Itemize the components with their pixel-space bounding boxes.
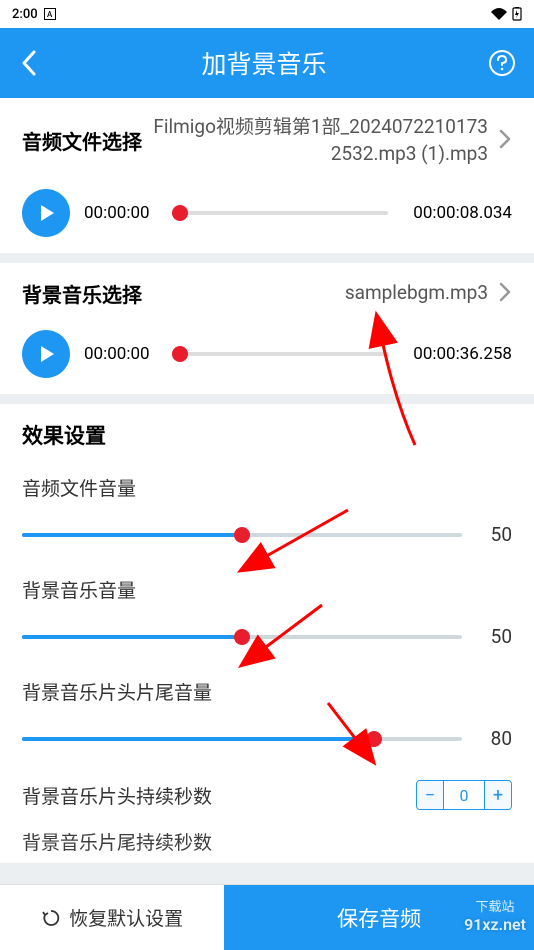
audio-current-time: 00:00:00 — [84, 203, 166, 223]
save-label: 保存音频 — [337, 903, 421, 933]
bgm-file-name: samplebgm.mp3 — [152, 280, 488, 307]
help-button[interactable] — [488, 49, 516, 77]
slider-track[interactable] — [22, 635, 462, 639]
audio-file-label: 音频文件选择 — [22, 126, 142, 155]
slider-bgm-volume: 背景音乐音量 50 — [22, 576, 512, 648]
slider-thumb[interactable] — [366, 731, 382, 747]
audio-file-name: Filmigo视频剪辑第1部_20240722101732532.mp3 (1)… — [152, 114, 488, 167]
stepper-minus-button[interactable]: − — [417, 781, 443, 809]
status-app-icon: A — [44, 8, 56, 20]
bgm-duration: 00:00:36.258 — [402, 344, 512, 364]
slider-bgm-headtail-volume: 背景音乐片头片尾音量 80 — [22, 678, 512, 750]
bgm-file-card: 背景音乐选择 samplebgm.mp3 00:00:00 00:00:36.2… — [0, 263, 534, 394]
bgm-file-selector[interactable]: 背景音乐选择 samplebgm.mp3 — [22, 279, 512, 308]
stepper-value: 0 — [443, 781, 485, 809]
slider-value: 80 — [482, 727, 512, 750]
audio-seek-bar[interactable] — [180, 211, 388, 215]
restore-icon — [41, 908, 61, 928]
stepper-control[interactable]: − 0 + — [416, 780, 512, 810]
status-right-icons — [490, 7, 522, 21]
stepper-label: 背景音乐片尾持续秒数 — [22, 828, 212, 855]
slider-label: 音频文件音量 — [22, 474, 512, 501]
titlebar: 加背景音乐 — [0, 28, 534, 98]
effects-title: 效果设置 — [22, 420, 512, 450]
audio-file-selector[interactable]: 音频文件选择 Filmigo视频剪辑第1部_20240722101732532.… — [22, 114, 512, 167]
stepper-head-seconds: 背景音乐片头持续秒数 − 0 + — [22, 780, 512, 810]
slider-track[interactable] — [22, 533, 462, 537]
bgm-file-label: 背景音乐选择 — [22, 279, 142, 308]
stepper-plus-button[interactable]: + — [485, 781, 511, 809]
audio-file-card: 音频文件选择 Filmigo视频剪辑第1部_20240722101732532.… — [0, 98, 534, 253]
audio-play-button[interactable] — [22, 189, 70, 237]
restore-label: 恢复默认设置 — [69, 904, 183, 931]
save-audio-button[interactable]: 保存音频 — [224, 885, 534, 950]
bgm-seek-thumb[interactable] — [172, 346, 188, 362]
chevron-right-icon — [498, 128, 512, 154]
chevron-right-icon — [498, 281, 512, 307]
slider-value: 50 — [482, 625, 512, 648]
audio-duration: 00:00:08.034 — [402, 203, 512, 223]
slider-thumb[interactable] — [234, 527, 250, 543]
page-title: 加背景音乐 — [40, 45, 488, 81]
stepper-tail-seconds: 背景音乐片尾持续秒数 — [22, 828, 512, 855]
slider-label: 背景音乐片头片尾音量 — [22, 678, 512, 705]
effects-card: 效果设置 音频文件音量 50 背景音乐音量 50 背景音乐片 — [0, 404, 534, 863]
bottom-bar: 恢复默认设置 保存音频 — [0, 884, 534, 950]
restore-defaults-button[interactable]: 恢复默认设置 — [0, 885, 224, 950]
bgm-current-time: 00:00:00 — [84, 344, 166, 364]
slider-track[interactable] — [22, 737, 462, 741]
bgm-seek-bar[interactable] — [180, 352, 388, 356]
slider-label: 背景音乐音量 — [22, 576, 512, 603]
bgm-play-button[interactable] — [22, 330, 70, 378]
audio-seek-thumb[interactable] — [172, 205, 188, 221]
status-bar: 2:00 A — [0, 0, 534, 28]
stepper-label: 背景音乐片头持续秒数 — [22, 782, 212, 809]
status-time: 2:00 — [12, 7, 38, 22]
slider-thumb[interactable] — [234, 629, 250, 645]
back-button[interactable] — [18, 48, 40, 78]
slider-audio-volume: 音频文件音量 50 — [22, 474, 512, 546]
slider-value: 50 — [482, 523, 512, 546]
